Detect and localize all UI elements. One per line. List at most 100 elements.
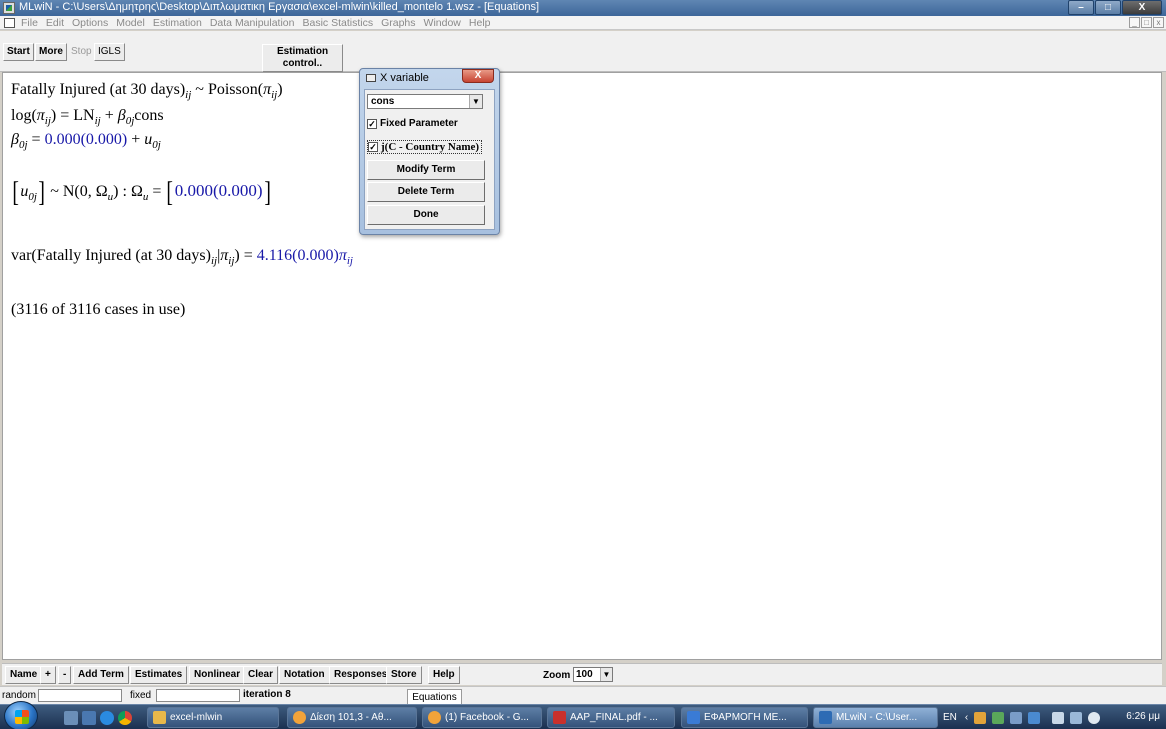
nonlinear-button[interactable]: Nonlinear [189, 666, 246, 684]
level-checkbox[interactable]: ✓ j(C - Country Name) [367, 140, 483, 154]
task-label: ΕΦΑΡΜΟΓΗ ΜΕ... [704, 712, 787, 723]
menu-graphs[interactable]: Graphs [377, 17, 419, 29]
responses-button[interactable]: Responses [329, 666, 393, 684]
response-variable[interactable]: Fatally Injured (at 30 days) [11, 81, 185, 98]
random-label: random [2, 690, 36, 701]
zoom-select[interactable]: 100 ▼ [573, 667, 613, 682]
power-icon[interactable] [1070, 711, 1083, 724]
window-icon [366, 74, 376, 82]
word-icon [687, 711, 700, 724]
beta-symbol[interactable]: β [118, 107, 126, 124]
task-word-document[interactable]: ΕΦΑΡΜΟΓΗ ΜΕ... [681, 707, 808, 728]
cons-term[interactable]: cons [134, 107, 163, 124]
more-button[interactable]: More [35, 43, 67, 61]
start-button[interactable] [4, 701, 38, 729]
equation-random-effects[interactable]: [u0j] ~ N(0, Ωu) : Ωu = [0.000(0.000)] [11, 179, 272, 207]
main-toolbar: Start More Stop IGLS Estimation control.… [0, 31, 1166, 72]
help-button[interactable]: Help [428, 666, 460, 684]
estimation-control-button[interactable]: Estimation control.. [262, 44, 343, 72]
dialog-close-button[interactable]: X [462, 69, 494, 83]
task-excel-mlwin[interactable]: excel-mlwin [147, 707, 279, 728]
minus-button[interactable]: - [58, 666, 72, 684]
mdi-restore-button[interactable]: □ [1141, 17, 1152, 28]
equation-response-distribution[interactable]: Fatally Injured (at 30 days)ij ~ Poisson… [11, 81, 283, 101]
equation-linear-predictor[interactable]: log(πij) = LNij + β0jcons [11, 107, 164, 127]
variance-text: var(Fatally Injured (at 30 days) [11, 247, 211, 264]
name-button[interactable]: Name [5, 666, 43, 684]
explorer-icon[interactable] [82, 711, 96, 725]
variance-estimate[interactable]: 4.116(0.000) [257, 247, 339, 264]
menu-options[interactable]: Options [68, 17, 112, 29]
equations-window: Fatally Injured (at 30 days) ij ~ Poisson… [2, 72, 1162, 660]
task-mlwin[interactable]: MLwiN - C:\User... [813, 707, 938, 728]
menu-model[interactable]: Model [112, 17, 149, 29]
variable-select[interactable]: cons ▼ [367, 94, 483, 109]
windows-logo-icon [15, 710, 29, 724]
task-radio-stream[interactable]: Δίεση 101,3 - Αθ... [287, 707, 417, 728]
equation-beta0[interactable]: β0j = 0.000(0.000) + u0j [11, 131, 161, 151]
tray-app-icon[interactable] [992, 711, 1005, 724]
log-text: log( [11, 107, 37, 124]
clock[interactable]: 6:26 μμ [1126, 711, 1160, 722]
check-icon[interactable]: ✓ [368, 142, 378, 152]
fixed-parameter-checkbox[interactable]: ✓ Fixed Parameter [367, 118, 458, 129]
task-pdf[interactable]: AAP_FINAL.pdf - ... [547, 707, 675, 728]
zoom-value: 100 [576, 669, 593, 680]
equation-variance[interactable]: var(Fatally Injured (at 30 days)ij|πij) … [11, 247, 353, 267]
plus-button[interactable]: + [40, 666, 56, 684]
menu-window[interactable]: Window [420, 17, 465, 29]
chevron-down-icon[interactable]: ▼ [600, 668, 612, 681]
poisson-text: ~ Poisson( [195, 81, 264, 98]
tab-equations[interactable]: Equations [407, 689, 462, 705]
task-facebook[interactable]: (1) Facebook - G... [422, 707, 542, 728]
menu-data-manipulation[interactable]: Data Manipulation [206, 17, 299, 29]
store-button[interactable]: Store [386, 666, 422, 684]
volume-icon[interactable] [1088, 711, 1101, 724]
notation-button[interactable]: Notation [279, 666, 330, 684]
show-desktop-icon[interactable] [64, 711, 78, 725]
tray-app-icon[interactable] [1010, 711, 1023, 724]
pi-symbol: π [36, 107, 45, 124]
pi-symbol: π [263, 81, 272, 98]
menu-basic-statistics[interactable]: Basic Statistics [298, 17, 377, 29]
close-button[interactable]: X [1122, 0, 1162, 15]
maximize-button[interactable]: □ [1095, 0, 1121, 15]
stop-button[interactable]: Stop [67, 43, 96, 61]
omega-estimate[interactable]: 0.000(0.000) [175, 181, 263, 200]
selected-variable: cons [371, 96, 395, 107]
menu-estimation[interactable]: Estimation [149, 17, 206, 29]
beta0-estimate[interactable]: 0.000(0.000) [45, 131, 128, 148]
menu-edit[interactable]: Edit [42, 17, 68, 29]
chevron-down-icon[interactable]: ▼ [469, 95, 482, 108]
tray-app-icon[interactable] [1028, 711, 1041, 724]
clear-button[interactable]: Clear [243, 666, 279, 684]
subscript-ij: ij [346, 255, 353, 267]
task-label: AAP_FINAL.pdf - ... [570, 712, 658, 723]
tray-app-icon[interactable] [974, 711, 987, 724]
chevron-left-icon[interactable]: ‹ [965, 712, 968, 723]
menu-file[interactable]: File [17, 17, 42, 29]
language-indicator[interactable]: EN [943, 712, 957, 723]
menu-help[interactable]: Help [465, 17, 495, 29]
mlwin-app-icon[interactable] [3, 2, 15, 14]
document-icon[interactable] [4, 17, 15, 28]
mdi-close-button[interactable]: x [1153, 17, 1164, 28]
normal-dist-text: ~ N(0, Ω [50, 183, 108, 200]
estimation-method-igls[interactable]: IGLS [94, 43, 125, 61]
internet-explorer-icon[interactable] [100, 711, 114, 725]
chrome-icon[interactable] [118, 711, 132, 725]
minimize-button[interactable]: – [1068, 0, 1094, 15]
check-icon[interactable]: ✓ [367, 118, 377, 129]
mdi-minimize-button[interactable]: _ [1129, 17, 1140, 28]
add-term-button[interactable]: Add Term [73, 666, 129, 684]
title-bar: MLwiN - C:\Users\Δημητρης\Desktop\Διπλωμ… [0, 0, 1166, 16]
delete-term-button[interactable]: Delete Term [367, 182, 485, 202]
task-label: (1) Facebook - G... [445, 712, 529, 723]
folder-icon [153, 711, 166, 724]
network-icon[interactable] [1052, 711, 1065, 724]
modify-term-button[interactable]: Modify Term [367, 160, 485, 180]
estimates-button[interactable]: Estimates [130, 666, 188, 684]
start-button[interactable]: Start [3, 43, 34, 61]
menu-bar: File Edit Options Model Estimation Data … [0, 16, 1166, 30]
done-button[interactable]: Done [367, 205, 485, 225]
